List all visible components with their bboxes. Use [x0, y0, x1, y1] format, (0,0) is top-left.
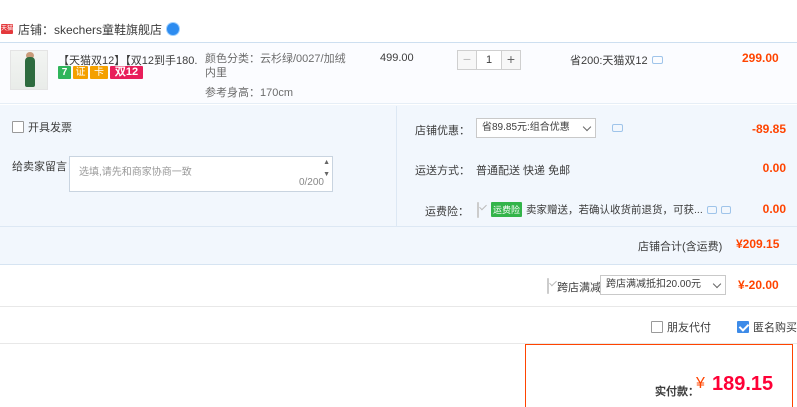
wangwang-icon[interactable]: [167, 23, 180, 35]
shipping-method: 普通配送 快递 免邮: [476, 165, 571, 177]
credit-card-tag: 卡: [90, 66, 108, 79]
quantity-input[interactable]: 1: [477, 50, 501, 70]
options-divider: [396, 106, 397, 226]
pay-label: 实付款：: [655, 386, 699, 398]
anonymous-purchase-option[interactable]: 匿名购买: [737, 319, 797, 335]
seller-message-textarea[interactable]: 选填,请先和商家协商一致 ▲ ▼ 0/200: [69, 156, 333, 192]
product-thumbnail[interactable]: [10, 50, 48, 90]
item-promotion-text: 省200:天猫双12: [570, 55, 648, 67]
shipping-label: 运送方式：: [415, 165, 470, 177]
unit-price: 499.00: [380, 52, 414, 64]
cross-store-select[interactable]: 跨店满减抵扣20.00元: [600, 275, 726, 295]
tmall-badge: 天猫: [1, 24, 14, 34]
seven-day-return-tag: 7: [58, 66, 71, 79]
insurance-badge: 运费险: [491, 202, 523, 217]
message-placeholder: 选填,请先和商家协商一致: [79, 167, 192, 178]
store-discount-amount: -89.85: [751, 122, 786, 136]
product-height-attr: 参考身高：170cm: [205, 87, 294, 99]
cross-store-label: 跨店满减: [557, 282, 601, 294]
cross-store-checkbox: [547, 278, 549, 294]
shop-name-link[interactable]: 店铺：skechers童鞋旗舰店: [18, 21, 162, 38]
insurance-label: 运费险：: [425, 206, 469, 218]
insurance-amount: 0.00: [762, 202, 786, 216]
product-tags: 7 证 卡 双12: [58, 66, 143, 79]
friend-pay-option[interactable]: 朋友代付: [651, 319, 711, 335]
friend-pay-label: 朋友代付: [667, 322, 711, 334]
store-discount-label: 店铺优惠：: [415, 125, 470, 137]
shop-header: 天猫 店铺：skechers童鞋旗舰店: [0, 18, 180, 40]
quantity-plus-button[interactable]: +: [501, 50, 521, 70]
invoice-checkbox[interactable]: [12, 121, 24, 133]
message-char-count: 0/200: [298, 177, 324, 188]
store-discount-value: 省89.85元:组合优惠: [482, 122, 570, 133]
pay-amount: 189.15: [712, 373, 774, 395]
chevron-down-icon: [712, 279, 722, 289]
insurance-checkbox: [477, 202, 479, 218]
comment-icon[interactable]: [651, 56, 663, 64]
scroll-down-arrow-icon[interactable]: ▼: [323, 171, 330, 178]
anonymous-checkbox[interactable]: [737, 321, 749, 333]
quantity-minus-button[interactable]: −: [457, 50, 477, 70]
thumb-figure-body: [25, 57, 35, 87]
double-12-tag: 双12: [110, 66, 143, 79]
insurance-text: 卖家赠送，若确认收货前退货，可获...: [526, 204, 703, 216]
product-color-attr: 颜色分类：云杉绿/0027/加绒内里: [205, 53, 346, 79]
item-promotion: 省200:天猫双12: [570, 52, 663, 68]
invoice-option[interactable]: 开具发票: [12, 119, 72, 135]
currency-symbol: ¥: [696, 375, 705, 392]
certified-tag: 证: [73, 66, 88, 79]
invoice-label: 开具发票: [28, 122, 72, 134]
divider: [0, 306, 797, 307]
cross-store-value: 跨店满减抵扣20.00元: [606, 279, 702, 290]
shop-total-label: 店铺合计(含运费): [638, 241, 723, 253]
quantity-stepper: − 1 +: [457, 50, 521, 70]
store-discount-select[interactable]: 省89.85元:组合优惠: [476, 118, 596, 138]
shipping-amount: 0.00: [762, 161, 786, 175]
shipping-insurance-info: 运费险 卖家赠送，若确认收货前退货，可获...: [491, 202, 731, 217]
chevron-down-icon: [582, 122, 592, 132]
item-subtotal: 299.00: [742, 51, 779, 65]
anonymous-label: 匿名购买: [753, 322, 797, 334]
cross-store-amount: ¥-20.00: [738, 278, 779, 292]
friend-pay-checkbox[interactable]: [651, 321, 663, 333]
shop-total-amount: ¥209.15: [736, 237, 780, 251]
comment-icon[interactable]: [612, 124, 623, 132]
options-separator: [0, 226, 797, 227]
help-icon[interactable]: [706, 205, 717, 214]
scroll-up-arrow-icon[interactable]: ▲: [323, 159, 330, 166]
